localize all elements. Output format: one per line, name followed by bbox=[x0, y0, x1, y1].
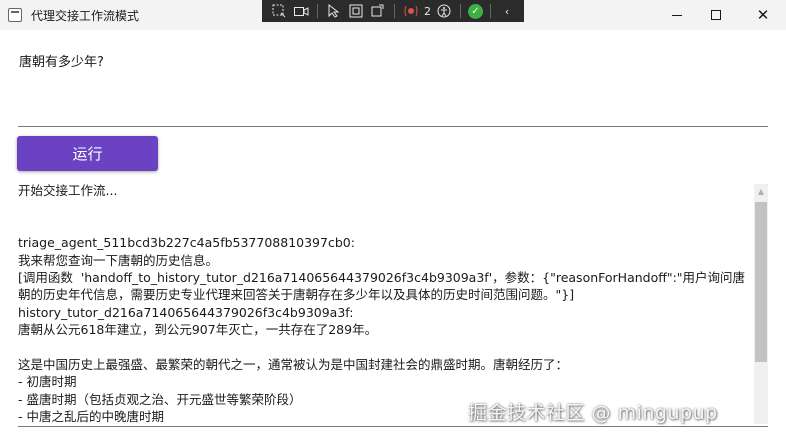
toolbar-divider bbox=[317, 4, 318, 18]
output-bottom-border bbox=[18, 426, 768, 427]
vertical-scrollbar[interactable]: ▲ bbox=[754, 184, 768, 424]
overlay-toolbar: 2 ✓ ‹ bbox=[262, 0, 524, 22]
select-region-icon[interactable] bbox=[270, 3, 288, 19]
maximize-button[interactable] bbox=[693, 0, 739, 30]
toolbar-divider bbox=[460, 4, 461, 18]
output-line: history_tutor_d216a714065644379026f3c4b9… bbox=[18, 304, 354, 320]
record-count: 2 bbox=[424, 4, 431, 18]
output-line: - 初唐时期 bbox=[18, 374, 77, 390]
check-icon[interactable]: ✓ bbox=[468, 3, 483, 19]
chevron-left-icon[interactable]: ‹ bbox=[498, 3, 516, 19]
scroll-thumb[interactable] bbox=[755, 202, 767, 362]
watermark: 掘金技术社区 @ mingupup bbox=[468, 402, 718, 424]
question-text: 唐朝有多少年? bbox=[19, 55, 104, 70]
pointer-icon[interactable] bbox=[325, 3, 343, 19]
toolbar-divider bbox=[394, 4, 395, 18]
output-line: 我来帮您查询一下唐朝的历史信息。 bbox=[18, 252, 219, 268]
accessibility-icon[interactable] bbox=[435, 3, 453, 19]
output-line: 开始交接工作流... bbox=[18, 183, 118, 198]
output-line: 唐朝从公元618年建立，到公元907年灭亡，一共存在了289年。 bbox=[18, 322, 378, 338]
output-log: 开始交接工作流... triage_agent_511bcd3b227c4a5f… bbox=[18, 182, 770, 427]
output-text: 开始交接工作流... triage_agent_511bcd3b227c4a5f… bbox=[18, 182, 770, 426]
maximize-icon bbox=[711, 10, 721, 20]
title-bar: 代理交接工作流模式 2 ✓ ‹ ✕ bbox=[0, 0, 786, 30]
video-icon[interactable] bbox=[292, 3, 310, 19]
minimize-icon bbox=[672, 14, 682, 16]
rotate-icon[interactable] bbox=[369, 3, 387, 19]
scroll-up-arrow-icon[interactable]: ▲ bbox=[754, 184, 768, 198]
frame-icon[interactable] bbox=[347, 3, 365, 19]
run-button[interactable]: 运行 bbox=[17, 136, 158, 171]
output-line: [调用函数 'handoff_to_history_tutor_d216a714… bbox=[18, 270, 746, 303]
app-icon bbox=[8, 8, 22, 22]
close-icon: ✕ bbox=[756, 5, 770, 24]
toolbar-divider bbox=[490, 4, 491, 18]
window-title: 代理交接工作流模式 bbox=[31, 9, 140, 23]
close-button[interactable]: ✕ bbox=[740, 0, 786, 30]
record-icon[interactable] bbox=[402, 3, 420, 19]
output-line: 这是中国历史上最强盛、最繁荣的朝代之一，通常被认为是中国封建社会的鼎盛时期。唐朝… bbox=[18, 357, 569, 373]
output-line: triage_agent_511bcd3b227c4a5fb5377088103… bbox=[18, 235, 355, 251]
question-input[interactable]: 唐朝有多少年? bbox=[18, 37, 768, 127]
